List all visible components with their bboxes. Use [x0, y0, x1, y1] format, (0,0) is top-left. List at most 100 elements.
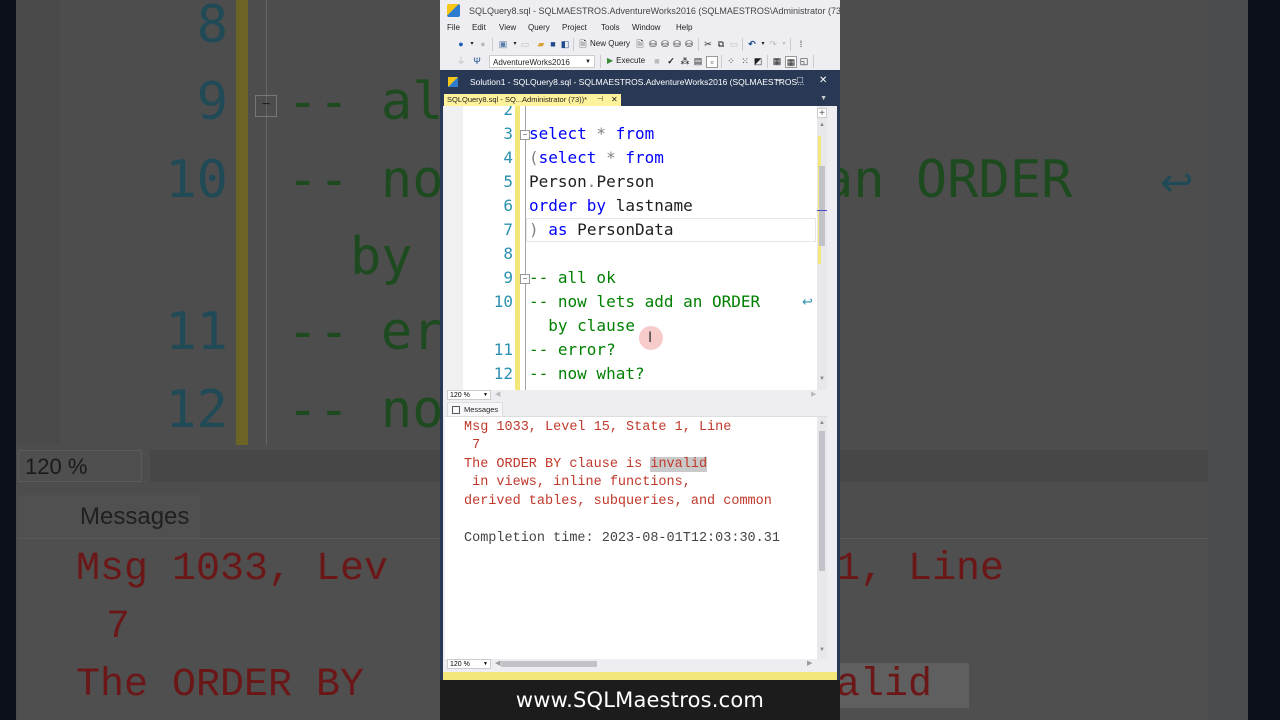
mdx-query-icon[interactable]: ⛁ — [648, 39, 658, 49]
tab-overflow-icon[interactable]: ▼ — [820, 95, 827, 102]
open-file-icon[interactable]: ▰ — [536, 39, 546, 49]
db-engine-query-icon[interactable]: 🗎 — [635, 39, 645, 49]
intellisense-toggle-icon[interactable]: ▫ — [706, 56, 718, 68]
execute-button[interactable]: ▶ Execute — [607, 56, 645, 65]
line-number: 3 — [503, 124, 513, 143]
tab-messages[interactable]: Messages — [447, 402, 503, 416]
background-line-number: 9 — [196, 72, 228, 132]
redo-dropdown-icon[interactable]: ▾ — [779, 39, 789, 49]
xmla-query-icon[interactable]: ⛁ — [672, 39, 682, 49]
horizontal-scrollbar-thumb[interactable] — [501, 661, 597, 667]
editor-zoom-select[interactable]: 120 % ▼ — [447, 390, 491, 400]
scroll-right-arrow[interactable]: ▶ — [807, 659, 812, 667]
available-databases-select[interactable]: AdventureWorks2016 ▼ — [489, 55, 595, 68]
chevron-down-icon: ▼ — [483, 392, 488, 398]
scroll-up-arrow[interactable]: ▲ — [819, 122, 825, 128]
save-icon[interactable]: ■ — [548, 39, 558, 49]
menu-project[interactable]: Project — [562, 23, 587, 32]
results-to-file-icon[interactable]: ◱ — [799, 56, 809, 66]
new-project-icon[interactable]: ▣ — [498, 39, 508, 49]
connect-icon[interactable]: ⏚ — [456, 56, 466, 66]
background-gutter — [16, 0, 60, 445]
close-tab-icon[interactable]: ✕ — [611, 94, 618, 106]
client-statistics-icon[interactable]: ◩ — [753, 56, 763, 66]
tab-sqlquery8[interactable]: SQLQuery8.sql - SQ...Administrator (73))… — [444, 94, 621, 106]
menu-edit[interactable]: Edit — [472, 23, 486, 32]
status-bar — [443, 672, 837, 680]
play-icon: ▶ — [607, 56, 614, 65]
display-estimated-plan-icon[interactable]: ⁂ — [680, 56, 690, 66]
change-connection-icon[interactable]: Ψ — [472, 56, 482, 66]
messages-pane[interactable]: Msg 1033, Level 15, State 1, Line 7 The … — [445, 416, 827, 660]
toolbar-separator — [790, 38, 791, 51]
back-icon[interactable]: ● — [456, 39, 466, 49]
pin-icon[interactable]: ⊣ — [597, 94, 603, 106]
identifier: PersonData — [567, 220, 674, 239]
close-window-button[interactable]: ✕ — [819, 75, 827, 86]
code-line-4: (select * from — [529, 146, 664, 170]
include-actual-plan-icon[interactable]: ⁘ — [726, 56, 736, 66]
scroll-left-arrow[interactable]: ◀ — [495, 659, 500, 667]
identifier: Person — [529, 172, 587, 191]
scroll-up-arrow[interactable]: ▲ — [819, 420, 825, 426]
new-project-dropdown-icon[interactable]: ▾ — [510, 39, 520, 49]
menu-help[interactable]: Help — [676, 23, 692, 32]
paren: ) — [529, 220, 539, 239]
add-item-icon[interactable]: ▭ — [520, 39, 530, 49]
new-query-button[interactable]: New Query — [590, 39, 630, 48]
background-change-bar — [236, 0, 248, 445]
live-query-stats-icon[interactable]: ⁙ — [740, 56, 750, 66]
query-options-icon[interactable]: ▤ — [693, 56, 703, 66]
menu-query[interactable]: Query — [528, 23, 550, 32]
scroll-left-arrow[interactable]: ◀ — [495, 390, 500, 398]
paste-icon[interactable]: ▭ — [729, 39, 739, 49]
menu-view[interactable]: View — [499, 23, 516, 32]
operator: * — [596, 148, 626, 167]
new-query-icon[interactable]: 🗎 — [578, 39, 588, 49]
messages-zoom-select[interactable]: 120 % ▼ — [447, 659, 491, 669]
keyword: from — [615, 124, 655, 143]
scroll-down-arrow[interactable]: ▼ — [819, 647, 825, 653]
scroll-down-arrow[interactable]: ▼ — [819, 376, 825, 382]
undo-dropdown-icon[interactable]: ▾ — [758, 39, 768, 49]
message-line: 7 — [464, 438, 481, 453]
copy-icon[interactable]: ⧉ — [716, 39, 726, 49]
messages-vertical-scrollbar[interactable]: ▲ ▼ — [817, 417, 827, 660]
background-fold-collapse-icon: − — [255, 95, 277, 117]
scrollbar-thumb[interactable] — [819, 166, 825, 246]
toolbar-overflow-icon[interactable]: ⁞ — [796, 39, 806, 49]
background-error-text: alid — [836, 663, 969, 708]
keyword: order by — [529, 196, 607, 215]
parse-check-icon[interactable]: ✓ — [666, 56, 676, 66]
menu-file[interactable]: File — [447, 23, 460, 32]
background-zoom-select: 120 % — [18, 450, 142, 482]
results-to-text-icon[interactable]: ▦ — [772, 56, 782, 66]
dax-query-icon[interactable]: ⛁ — [684, 39, 694, 49]
zoom-value: 120 % — [450, 661, 470, 668]
line-number: 6 — [503, 196, 513, 215]
message-line: in views, inline functions, — [464, 475, 691, 490]
cancel-query-icon[interactable]: ■ — [652, 56, 662, 66]
save-all-icon[interactable]: ◧ — [560, 39, 570, 49]
back-dropdown-icon[interactable]: ▾ — [467, 39, 477, 49]
website-banner: www.SQLMaestros.com — [440, 680, 840, 720]
scrollbar-thumb[interactable] — [819, 431, 825, 571]
redo-icon[interactable]: ↷ — [768, 39, 778, 49]
menu-tools[interactable]: Tools — [601, 23, 620, 32]
scroll-right-arrow[interactable]: ▶ — [811, 390, 816, 398]
results-to-grid-icon[interactable]: ▦ — [785, 56, 797, 68]
code-line-11: -- error? — [529, 340, 616, 359]
background-error-text: Msg 1033, Lev — [76, 547, 389, 592]
maximize-button[interactable]: □ — [797, 75, 803, 86]
split-editor-icon[interactable]: + — [817, 108, 827, 119]
undo-icon[interactable]: ↶ — [747, 39, 757, 49]
menu-window[interactable]: Window — [632, 23, 660, 32]
forward-icon[interactable]: ● — [478, 39, 488, 49]
minimize-button[interactable]: – — [776, 75, 782, 86]
dmx-query-icon[interactable]: ⛁ — [660, 39, 670, 49]
editor-vertical-scrollbar[interactable]: + ▲ ▼ — [817, 106, 827, 390]
query-editor[interactable]: 2 3 4 5 6 7 8 9 10 11 12 − − select * fr… — [445, 106, 827, 390]
cut-icon[interactable]: ✂ — [703, 39, 713, 49]
message-text: The ORDER BY clause is — [464, 457, 651, 472]
background-line-number: 11 — [165, 302, 228, 362]
